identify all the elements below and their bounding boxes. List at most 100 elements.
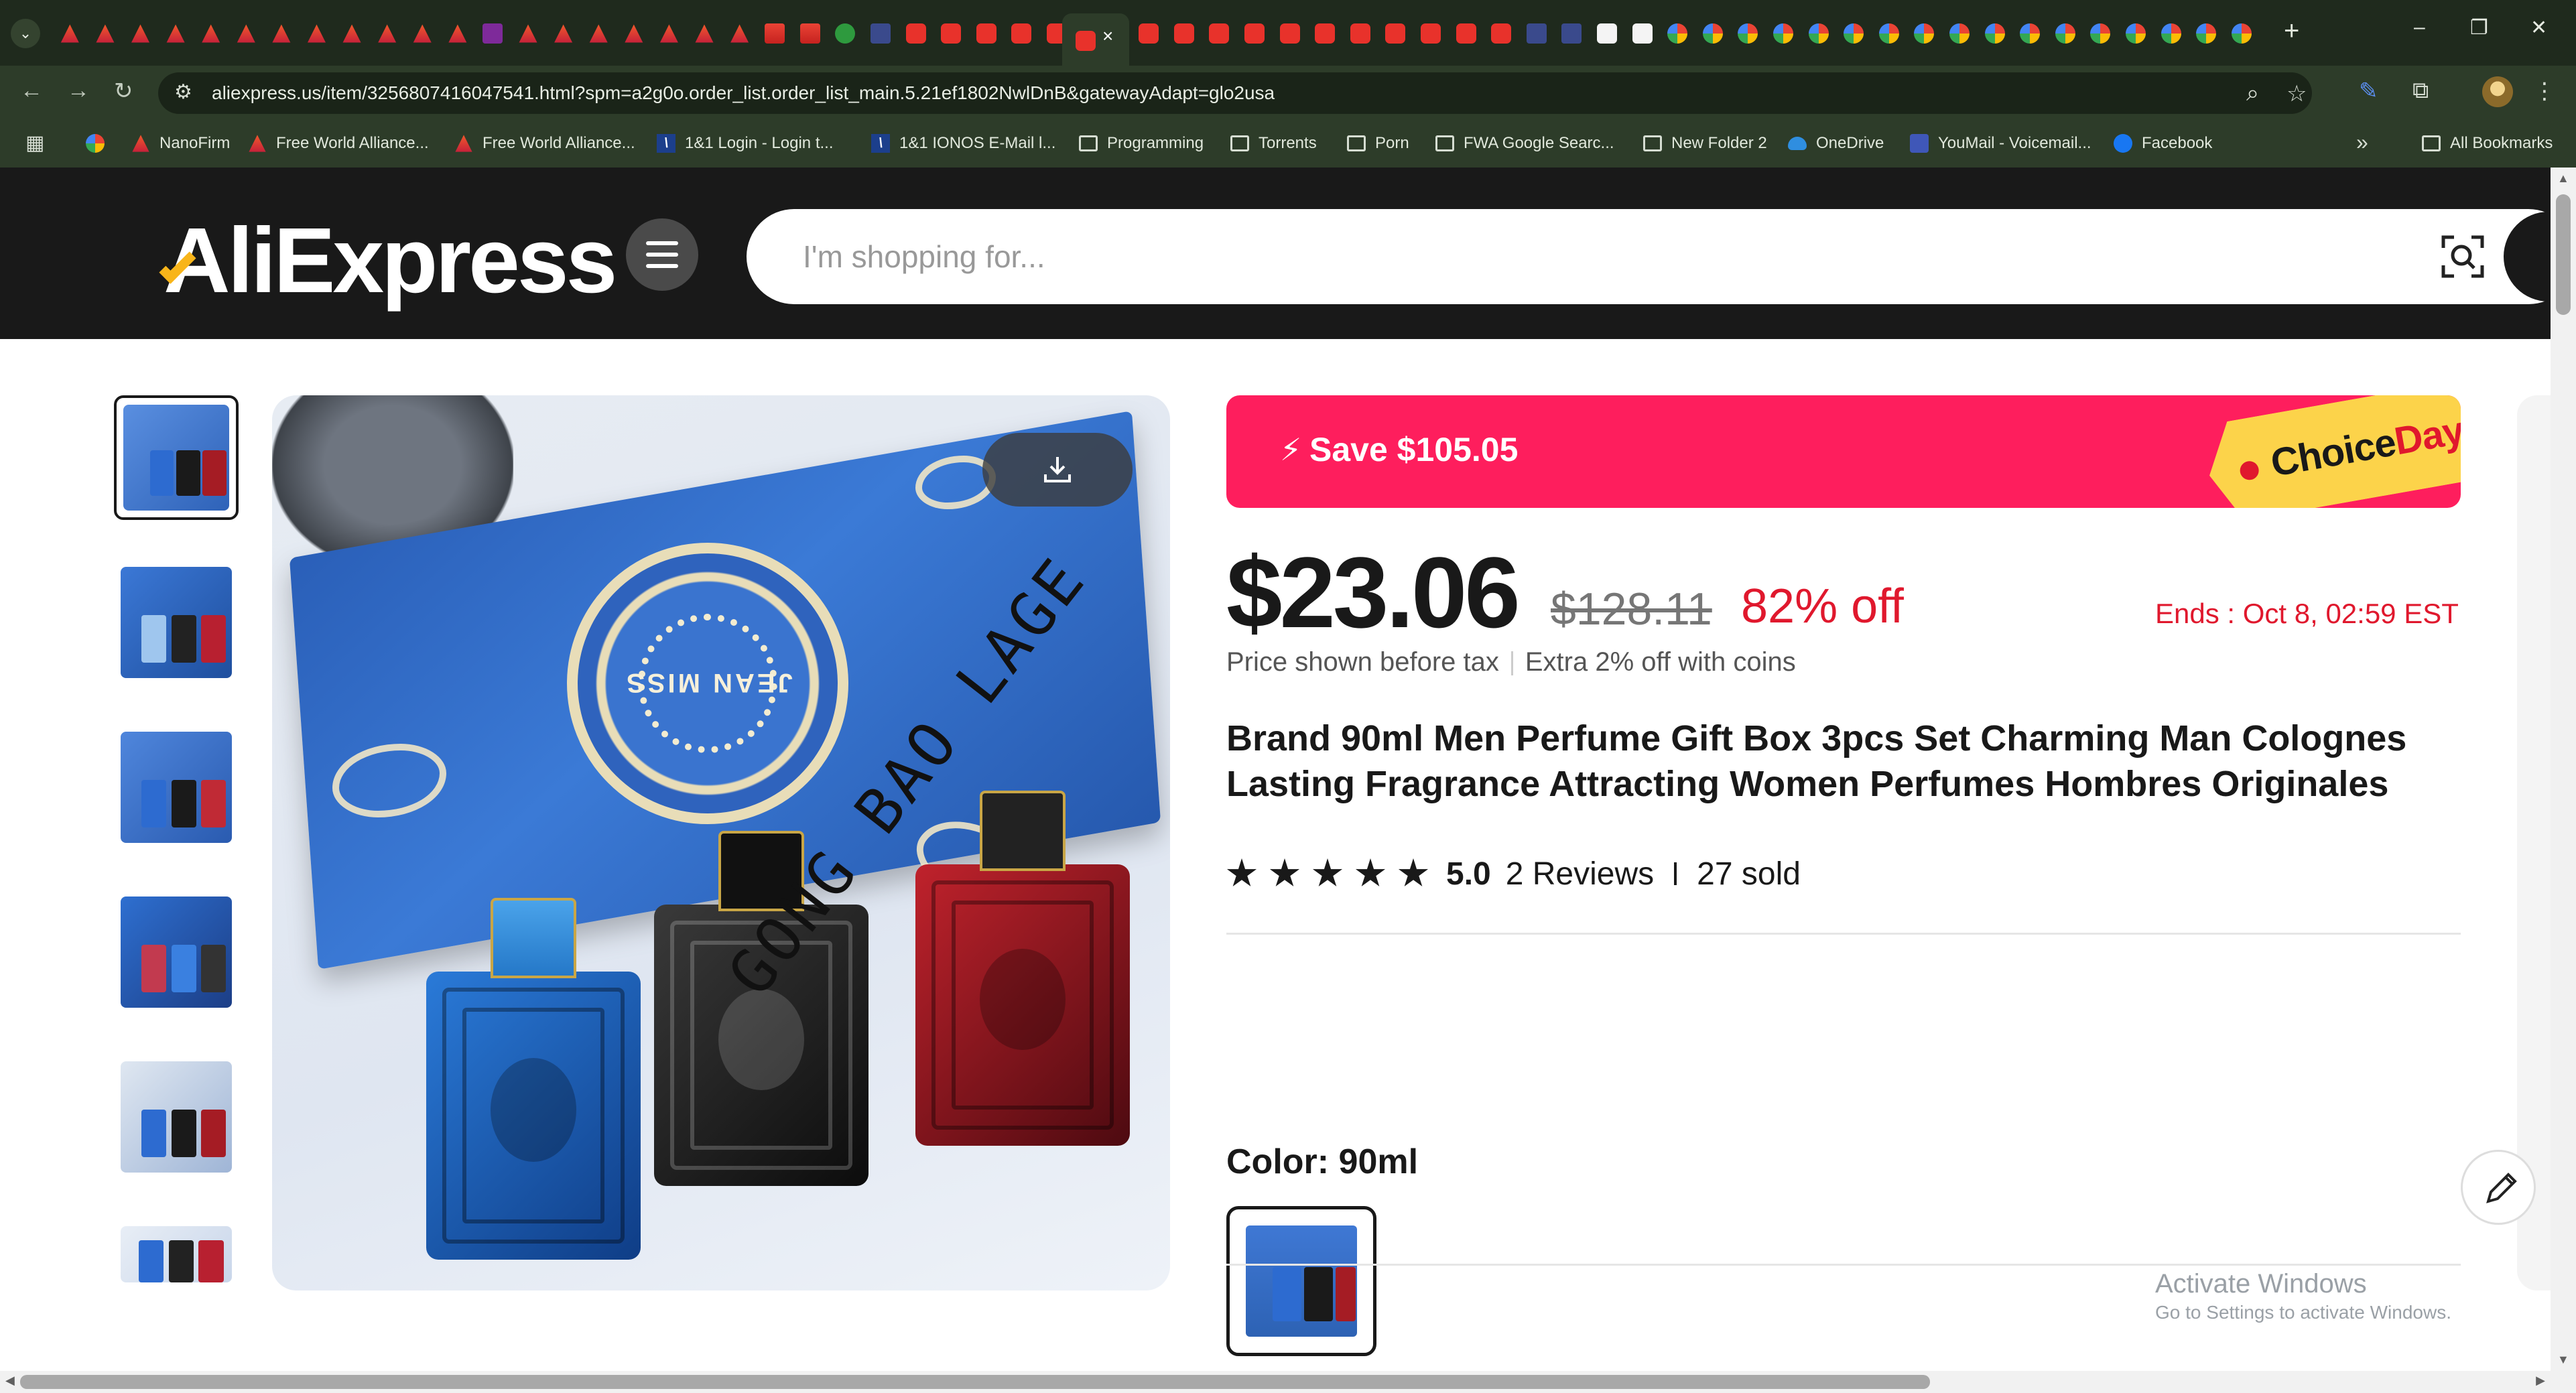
close-tab-icon[interactable]: ×: [1102, 25, 1113, 47]
tab-favicon[interactable]: [369, 20, 405, 47]
bookmark-item[interactable]: Free World Alliance...: [248, 131, 429, 155]
tab-favicon[interactable]: [334, 20, 370, 47]
tab-favicon[interactable]: [722, 20, 757, 47]
tab-favicon[interactable]: [1448, 20, 1484, 47]
thumbnail-6[interactable]: [114, 1219, 239, 1289]
forward-button[interactable]: →: [67, 78, 90, 104]
reload-button[interactable]: ↻: [114, 78, 133, 105]
tab-favicon[interactable]: [792, 20, 828, 47]
tab-favicon[interactable]: [863, 20, 899, 47]
bookmark-item[interactable]: Torrents: [1230, 131, 1317, 155]
url-text[interactable]: aliexpress.us/item/3256807416047541.html…: [212, 82, 1275, 104]
tab-favicon[interactable]: [1801, 20, 1836, 47]
bookmark-item[interactable]: YouMail - Voicemail...: [1910, 131, 2091, 155]
tab-favicon[interactable]: [1519, 20, 1555, 47]
scroll-right-arrow[interactable]: ▶: [2536, 1374, 2545, 1388]
tab-favicon[interactable]: [1836, 20, 1872, 47]
new-tab-button[interactable]: +: [2284, 16, 2299, 46]
scroll-thumb[interactable]: [20, 1375, 1930, 1389]
tab-favicon[interactable]: [2047, 20, 2083, 47]
search-input[interactable]: [803, 233, 2411, 280]
tab-favicon[interactable]: [52, 20, 88, 47]
tab-favicon[interactable]: [1590, 20, 1625, 47]
horizontal-scrollbar[interactable]: ◀ ▶: [0, 1371, 2576, 1393]
tab-favicon[interactable]: [757, 20, 793, 47]
bookmark-item[interactable]: NanoFirm: [131, 131, 230, 155]
maximize-button[interactable]: ❐: [2470, 16, 2488, 40]
tab-favicon[interactable]: [1343, 20, 1378, 47]
omnibox[interactable]: ⚙ aliexpress.us/item/3256807416047541.ht…: [158, 72, 2312, 114]
tab-favicon[interactable]: [2224, 20, 2259, 47]
tab-favicon[interactable]: [123, 20, 158, 47]
tab-favicon[interactable]: [1004, 20, 1039, 47]
tab-favicon[interactable]: [405, 20, 440, 47]
aliexpress-logo[interactable]: AliExpress: [159, 208, 617, 314]
search-button[interactable]: [2504, 212, 2551, 302]
tab-favicon[interactable]: [898, 20, 933, 47]
tab-favicon[interactable]: [1307, 20, 1343, 47]
tab-favicon[interactable]: [229, 20, 264, 47]
tab-favicon[interactable]: [1272, 20, 1307, 47]
thumbnail-4[interactable]: [114, 890, 239, 1014]
tab-favicon[interactable]: [2189, 20, 2224, 47]
download-image-button[interactable]: [982, 433, 1133, 507]
tab-favicon[interactable]: [2118, 20, 2154, 47]
main-product-image[interactable]: JEAN MISS GONG BAO LAGE: [272, 395, 1170, 1290]
tab-favicon[interactable]: [264, 20, 300, 47]
tab-favicon[interactable]: [88, 20, 123, 47]
thumbnail-3[interactable]: [114, 725, 239, 850]
more-bookmarks-icon[interactable]: »: [2356, 130, 2368, 155]
tab-favicon[interactable]: [1942, 20, 1978, 47]
edit-button[interactable]: [2461, 1150, 2536, 1225]
tab-favicon[interactable]: [651, 20, 687, 47]
tab-favicon[interactable]: [2153, 20, 2189, 47]
pen-extension-icon[interactable]: ✎: [2359, 78, 2378, 105]
tab-favicon[interactable]: [1131, 20, 1167, 47]
bookmark-item[interactable]: Free World Alliance...: [454, 131, 635, 155]
bookmark-item[interactable]: FWA Google Searc...: [1435, 131, 1614, 155]
image-search-icon[interactable]: [2439, 233, 2486, 280]
tab-favicon[interactable]: [1167, 20, 1202, 47]
tab-favicon[interactable]: [511, 20, 546, 47]
tab-favicon[interactable]: [1730, 20, 1766, 47]
bookmark-star-icon[interactable]: ☆: [2287, 80, 2307, 107]
scroll-left-arrow[interactable]: ◀: [5, 1374, 15, 1388]
tab-favicon[interactable]: [1484, 20, 1519, 47]
tab-favicon[interactable]: [1202, 20, 1237, 47]
apps-grid-icon[interactable]: ▦: [25, 131, 44, 155]
color-swatch-90ml[interactable]: [1226, 1206, 1376, 1356]
google-bookmark[interactable]: [86, 131, 105, 155]
chrome-menu-icon[interactable]: ⋮: [2533, 78, 2556, 105]
tab-favicon[interactable]: [2083, 20, 2118, 47]
tab-favicon[interactable]: [1378, 20, 1413, 47]
tab-favicon[interactable]: [2012, 20, 2048, 47]
thumbnail-2[interactable]: [114, 560, 239, 685]
tab-favicon[interactable]: [933, 20, 969, 47]
zoom-icon[interactable]: ⌕: [2246, 80, 2259, 107]
scroll-up-arrow[interactable]: ▲: [2557, 172, 2569, 186]
vertical-scrollbar[interactable]: ▲ ▼: [2551, 168, 2576, 1371]
bookmark-item[interactable]: \ 1&1 IONOS E-Mail l...: [871, 131, 1055, 155]
categories-menu-button[interactable]: [626, 218, 698, 291]
scroll-thumb[interactable]: [2556, 194, 2571, 315]
tab-favicon[interactable]: [545, 20, 581, 47]
thumbnail-1[interactable]: [114, 395, 239, 520]
tab-favicon[interactable]: [1907, 20, 1942, 47]
tab-favicon[interactable]: [440, 20, 476, 47]
tab-favicon[interactable]: [1413, 20, 1449, 47]
tab-favicon[interactable]: [475, 20, 511, 47]
tab-favicon[interactable]: [968, 20, 1004, 47]
profile-avatar[interactable]: [2482, 76, 2513, 107]
close-window-button[interactable]: ✕: [2530, 16, 2547, 40]
tab-favicon[interactable]: [1624, 20, 1660, 47]
bookmark-item[interactable]: \ 1&1 Login - Login t...: [657, 131, 833, 155]
tab-favicon[interactable]: [828, 20, 863, 47]
bookmark-item[interactable]: OneDrive: [1788, 131, 1884, 155]
active-tab[interactable]: ×: [1062, 13, 1129, 66]
site-info-icon[interactable]: ⚙: [174, 80, 192, 104]
tab-favicon[interactable]: [1977, 20, 2012, 47]
coins-note[interactable]: Extra 2% off with coins: [1525, 647, 1796, 677]
reviews-link[interactable]: 2 Reviews: [1506, 856, 1654, 892]
tab-favicon[interactable]: [1871, 20, 1907, 47]
tab-favicon[interactable]: [1554, 20, 1590, 47]
